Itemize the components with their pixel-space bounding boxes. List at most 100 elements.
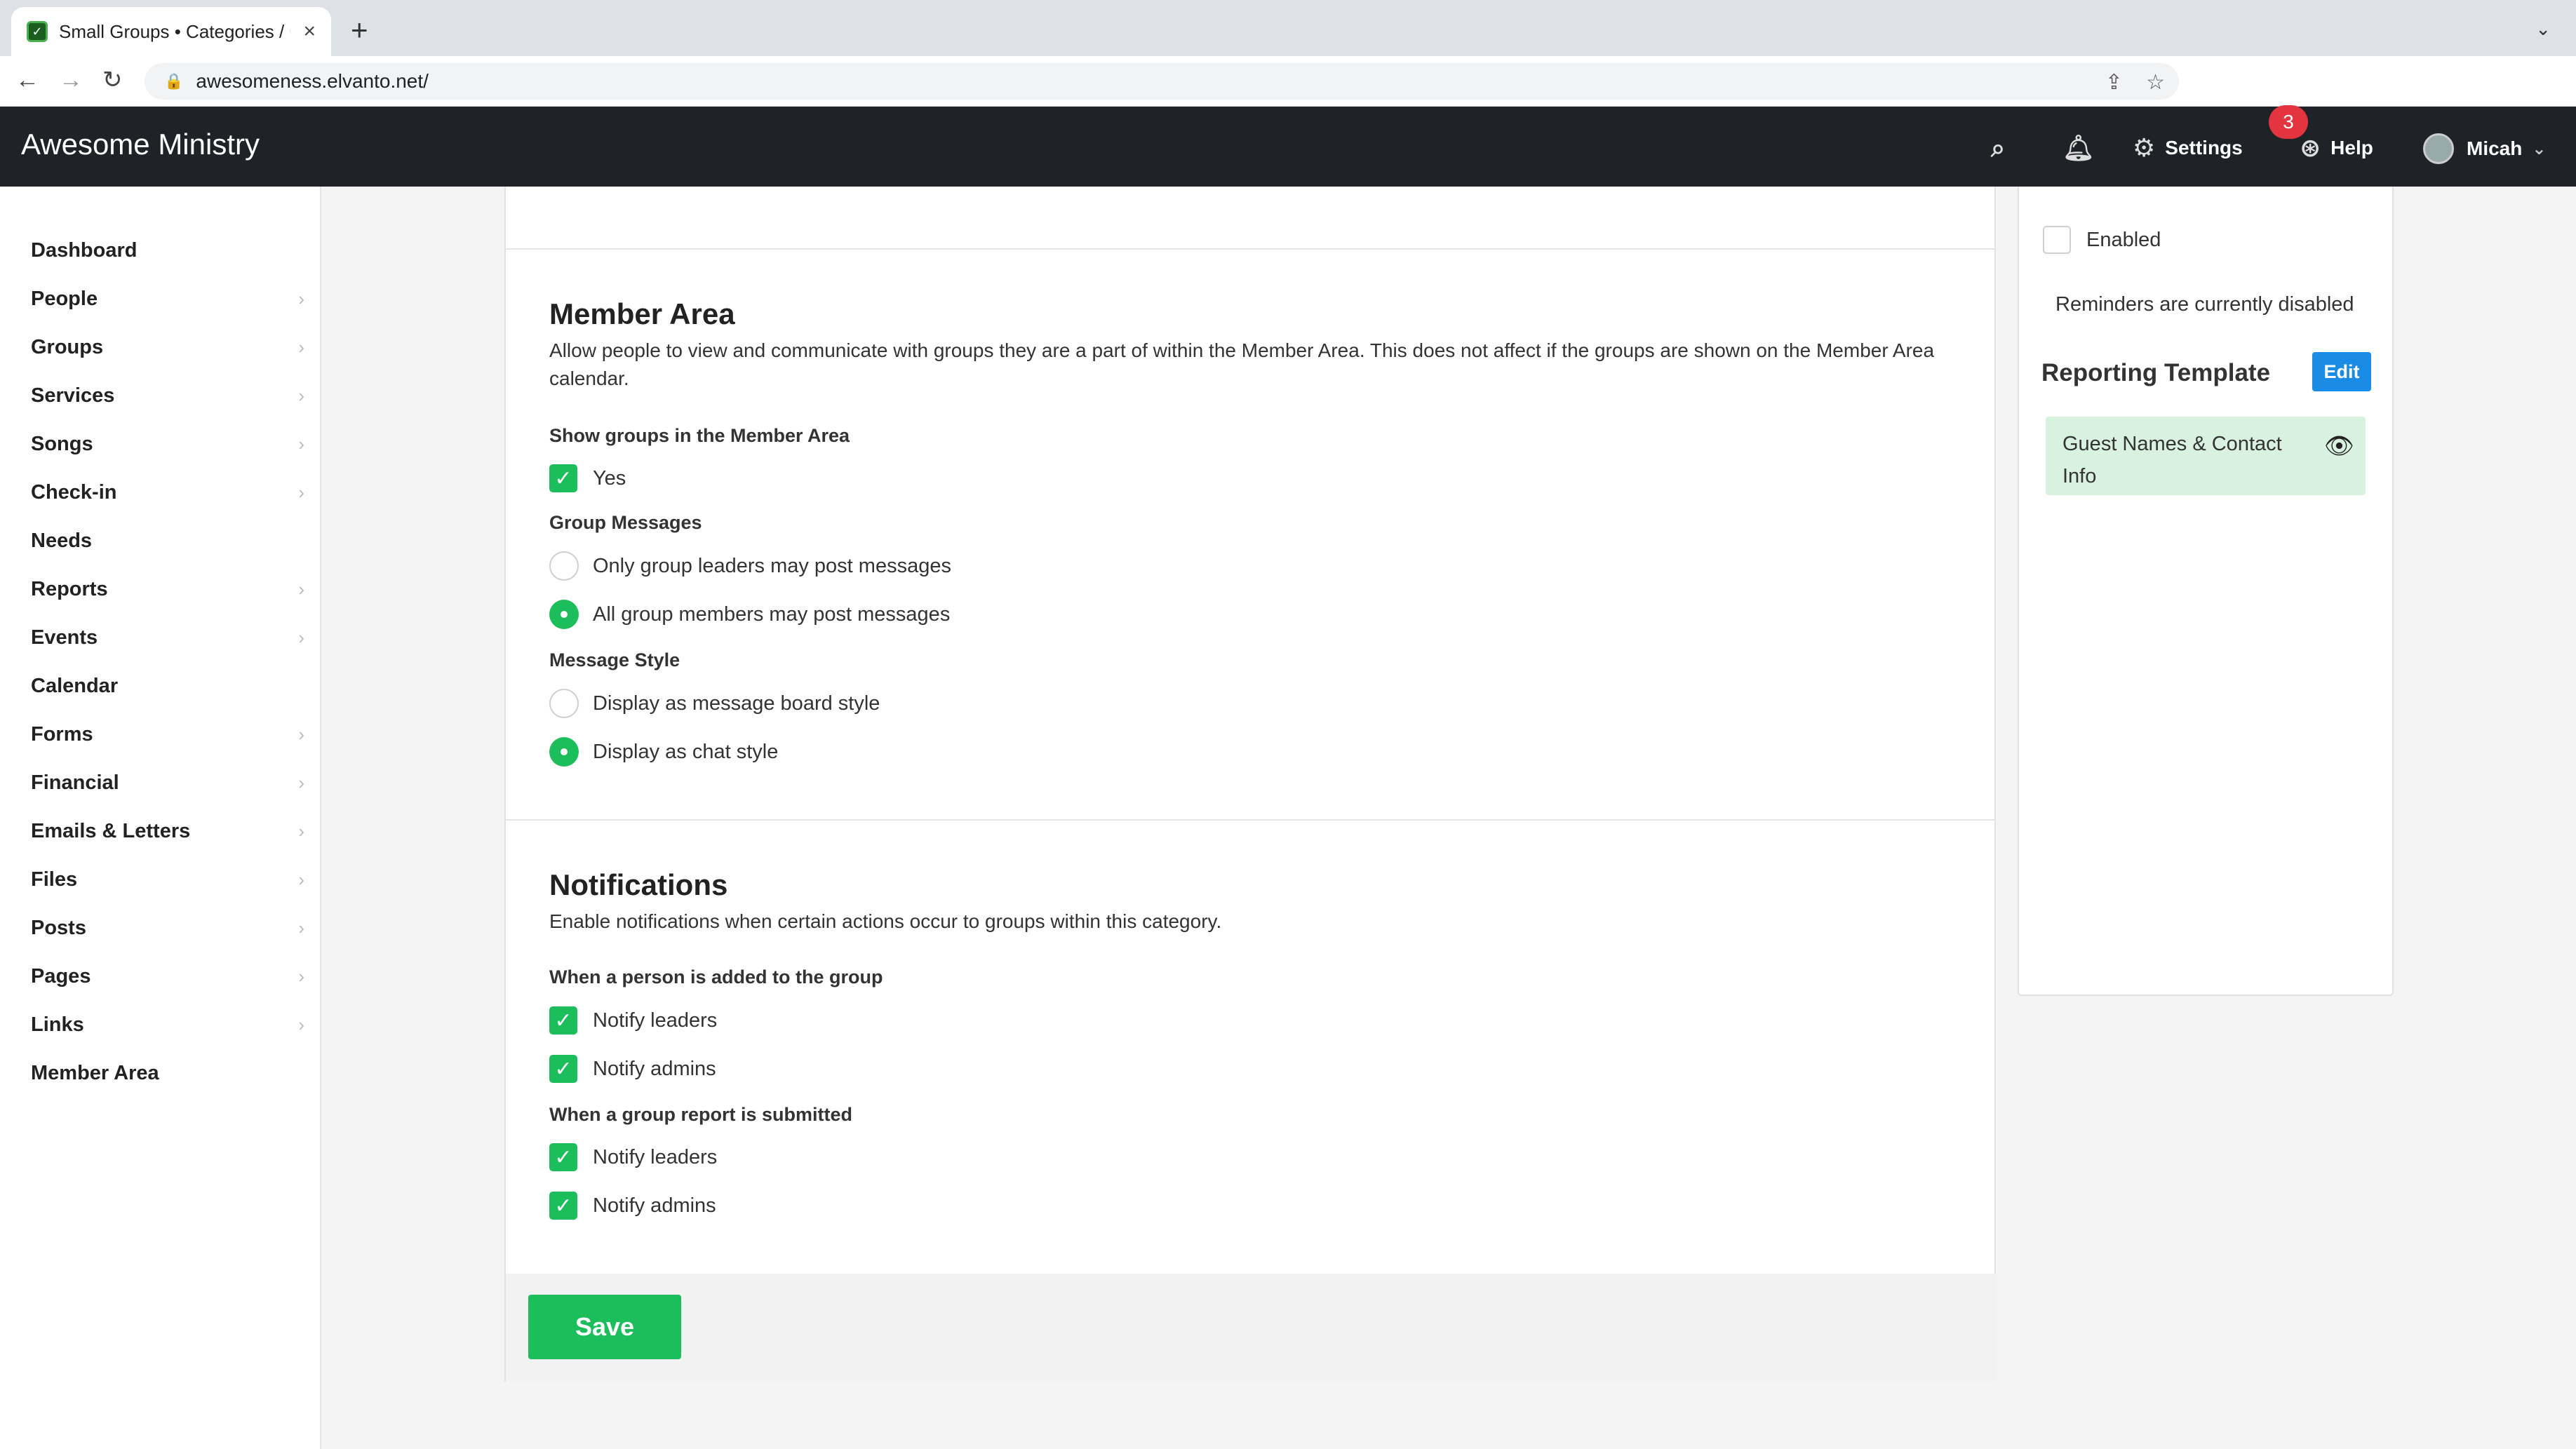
checkmark-icon: ✓ (549, 1006, 577, 1034)
sidebar-item-links[interactable]: Links › (31, 1007, 304, 1042)
sidebar-item-events[interactable]: Events › (31, 620, 304, 655)
notifications-title: Notifications (549, 868, 728, 901)
user-name: Micah (2467, 137, 2523, 159)
chevron-right-icon: › (298, 965, 304, 987)
sidebar-item-member-area[interactable]: Member Area (31, 1056, 304, 1091)
show-groups-checkbox[interactable]: ✓ Yes (549, 464, 626, 492)
radio-message-board[interactable]: Display as message board style (549, 689, 880, 718)
share-icon[interactable]: ⇪ (2105, 70, 2123, 95)
sidebar-item-needs[interactable]: Needs (31, 523, 304, 558)
help-button[interactable]: ⊛ Help (2300, 133, 2373, 163)
chevron-right-icon: › (298, 433, 304, 454)
star-icon[interactable]: ☆ (2146, 70, 2165, 95)
sidebar-item-songs[interactable]: Songs › (31, 426, 304, 461)
reminder-status-text: Reminders are currently disabled (2055, 293, 2354, 316)
edit-template-button[interactable]: Edit (2312, 352, 2371, 391)
radio-leaders-only[interactable]: Only group leaders may post messages (549, 551, 951, 581)
reload-icon[interactable]: ↻ (102, 66, 123, 94)
chevron-right-icon: › (298, 771, 304, 793)
search-icon[interactable]: ⌕ (1991, 133, 2015, 163)
chevron-right-icon: › (298, 384, 304, 406)
chevron-down-icon: ⌄ (2532, 139, 2547, 159)
settings-label: Settings (2165, 137, 2243, 159)
checkmark-icon: ✓ (549, 464, 577, 492)
avatar (2423, 133, 2454, 164)
report-notify-admins-checkbox[interactable]: ✓ Notify admins (549, 1192, 716, 1220)
back-icon[interactable]: ← (15, 66, 39, 94)
settings-button[interactable]: ⚙ Settings (2133, 133, 2243, 163)
member-area-title: Member Area (549, 297, 735, 330)
bell-icon[interactable]: 🔔︎ (2062, 133, 2105, 163)
group-messages-label: Group Messages (549, 512, 702, 533)
sidebar-item-posts[interactable]: Posts › (31, 910, 304, 945)
right-panel: Enabled Reminders are currently disabled… (2018, 187, 2394, 996)
radio-chat-style[interactable]: Display as chat style (549, 737, 778, 767)
sidebar-item-dashboard[interactable]: Dashboard (31, 233, 304, 268)
reporting-template-title: Reporting Template (2041, 359, 2271, 386)
forward-icon[interactable]: → (59, 66, 83, 94)
radio-selected (549, 600, 579, 629)
person-added-label: When a person is added to the group (549, 966, 883, 988)
tab-title: Small Groups • Categories / Gr (59, 20, 290, 42)
sidebar-item-reports[interactable]: Reports › (31, 572, 304, 607)
template-name: Guest Names & Contact Info (2062, 433, 2282, 487)
report-submitted-label: When a group report is submitted (549, 1104, 853, 1125)
sidebar-item-financial[interactable]: Financial › (31, 765, 304, 800)
template-item[interactable]: Guest Names & Contact Info 👁︎ (2046, 417, 2366, 495)
added-notify-admins-checkbox[interactable]: ✓ Notify admins (549, 1055, 716, 1083)
radio-unselected (549, 689, 579, 718)
chevron-right-icon: › (298, 917, 304, 938)
notification-badge: 3 (2269, 105, 2308, 139)
divider (506, 248, 1996, 250)
sidebar-item-calendar[interactable]: Calendar (31, 668, 304, 703)
app-header: Awesome Ministry ⌕ 🔔︎ ⚙ Settings ⊛ Help … (0, 107, 2576, 187)
brand-name[interactable]: Awesome Ministry (21, 128, 260, 161)
address-bar: ← → ↻ 🔒 awesomeness.elvanto.net/ ⇪ ☆ (0, 56, 2576, 107)
sidebar-item-groups[interactable]: Groups › (31, 330, 304, 365)
checkmark-icon: ✓ (549, 1192, 577, 1220)
chevron-right-icon: › (298, 578, 304, 600)
browser-tab[interactable]: ✓ Small Groups • Categories / Gr × (11, 7, 331, 56)
chevron-right-icon: › (298, 481, 304, 503)
checkbox-unchecked (2043, 226, 2071, 254)
sidebar-item-check-in[interactable]: Check-in › (31, 475, 304, 510)
chevron-right-icon: › (298, 1013, 304, 1035)
chevron-right-icon: › (298, 820, 304, 842)
chevron-right-icon: › (298, 868, 304, 890)
chevron-right-icon: › (298, 723, 304, 745)
url-input[interactable]: 🔒 awesomeness.elvanto.net/ ⇪ ☆ (145, 63, 2179, 100)
member-area-description: Allow people to view and communicate wit… (549, 339, 1935, 389)
form-footer: Save (506, 1274, 1996, 1382)
radio-all-members[interactable]: All group members may post messages (549, 600, 950, 629)
favicon-icon: ✓ (27, 21, 48, 42)
user-menu[interactable]: Micah ⌄ (2423, 133, 2546, 164)
gear-icon: ⚙ (2133, 133, 2156, 162)
reminders-enabled-checkbox[interactable]: Enabled (2043, 226, 2161, 254)
sidebar: Dashboard People › Groups › Services › Song… (0, 187, 321, 1449)
help-label: Help (2330, 137, 2373, 159)
sidebar-item-services[interactable]: Services › (31, 378, 304, 413)
chevron-down-icon[interactable]: ⌄ (2535, 18, 2551, 40)
browser-tab-bar: ✓ Small Groups • Categories / Gr × + ⌄ (0, 0, 2576, 56)
lifebuoy-icon: ⊛ (2300, 133, 2321, 162)
eye-icon[interactable]: 👁︎ (2324, 432, 2354, 460)
report-notify-leaders-checkbox[interactable]: ✓ Notify leaders (549, 1143, 717, 1171)
checkmark-icon: ✓ (549, 1055, 577, 1083)
save-button[interactable]: Save (528, 1295, 681, 1359)
chevron-right-icon: › (298, 288, 304, 309)
checkmark-icon: ✓ (549, 1143, 577, 1171)
sidebar-item-files[interactable]: Files › (31, 862, 304, 897)
lock-icon: 🔒 (164, 72, 184, 90)
close-tab-icon[interactable]: × (303, 20, 316, 43)
sidebar-item-pages[interactable]: Pages › (31, 959, 304, 994)
sidebar-item-emails-letters[interactable]: Emails & Letters › (31, 814, 304, 849)
url-text: awesomeness.elvanto.net/ (196, 70, 429, 92)
new-tab-icon[interactable]: + (351, 15, 368, 45)
sidebar-item-people[interactable]: People › (31, 281, 304, 316)
sidebar-item-forms[interactable]: Forms › (31, 717, 304, 752)
added-notify-leaders-checkbox[interactable]: ✓ Notify leaders (549, 1006, 717, 1034)
radio-unselected (549, 551, 579, 581)
show-groups-label: Show groups in the Member Area (549, 425, 850, 446)
divider (506, 819, 1996, 821)
chevron-right-icon: › (298, 336, 304, 358)
